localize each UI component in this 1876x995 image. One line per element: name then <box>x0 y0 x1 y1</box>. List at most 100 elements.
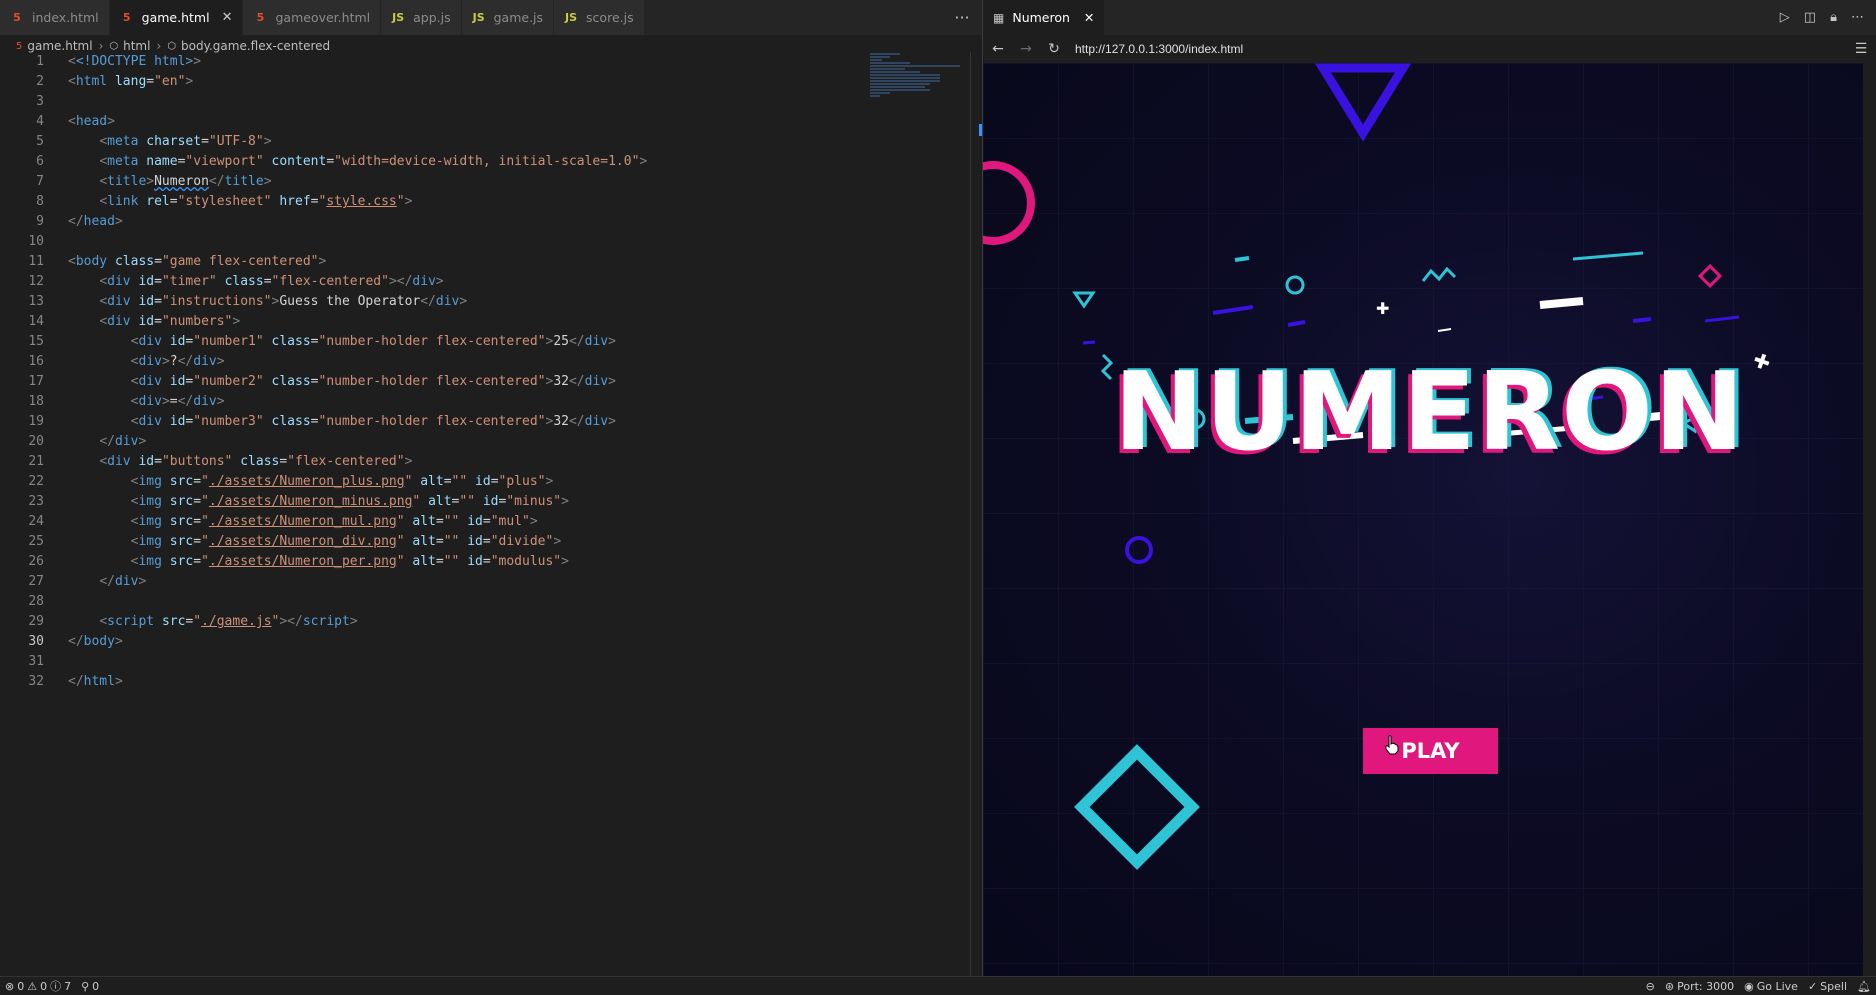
tab-score-js[interactable]: JS score.js <box>554 0 645 35</box>
code-line: 8 <link rel="stylesheet" href="style.css… <box>36 194 413 209</box>
code-line: 1 <<!DOCTYPE html>> <box>36 54 202 69</box>
more-actions-icon[interactable]: ··· <box>942 0 982 35</box>
tab-game-html[interactable]: 5 game.html ✕ <box>109 0 244 35</box>
html-file-icon: 5 <box>256 11 265 24</box>
code-area[interactable]: 1 <<!DOCTYPE html>> 2 <html lang="en"> 3 4… <box>0 52 870 692</box>
check-icon: ✓ <box>1807 979 1818 993</box>
decorative-shapes: ✚ ✚ <box>983 63 1774 870</box>
tab-actions: ▷ ◫ 🔒︎ ⋯ <box>1780 10 1876 25</box>
code-line: 15 <div id="number1" class="number-holde… <box>28 334 616 349</box>
status-right: ⊖ ⊛ Port: 3000 ◉ Go Live ✓ Spell 🔔︎ <box>1641 980 1876 993</box>
tab-numeron[interactable]: ▦ Numeron ✕ <box>983 0 1105 35</box>
code-line-current: 30 </body> <box>28 634 123 649</box>
go-live-button[interactable]: ◉ Go Live <box>1739 980 1803 993</box>
dash-shape <box>1572 251 1644 261</box>
dash-shape <box>1539 297 1584 309</box>
html-file-icon: 5 <box>122 11 131 24</box>
code-line: 31 <box>28 654 44 669</box>
dash-shape <box>1082 340 1096 345</box>
code-line: 11 <body class="game flex-centered"> <box>28 254 327 269</box>
code-line: 21 <div id="buttons" class="flex-centere… <box>28 454 413 469</box>
code-line: 27 </div> <box>28 574 147 589</box>
circle-shape <box>1285 275 1305 295</box>
tab-gameover-html[interactable]: 5 gameover.html <box>243 0 382 35</box>
code-line: 3 <box>36 94 44 109</box>
tab-app-js[interactable]: JS app.js <box>381 0 462 35</box>
split-editor-icon[interactable]: ◫ <box>1804 10 1816 25</box>
close-icon[interactable]: ✕ <box>1084 10 1094 25</box>
browser-preview: ▦ Numeron ✕ ▷ ◫ 🔒︎ ⋯ ← → ↻ http://127.0.… <box>983 0 1876 976</box>
tab-label: index.html <box>32 10 99 25</box>
notifications-button[interactable]: 🔔︎ <box>1852 980 1876 993</box>
circle-shape <box>1125 536 1153 564</box>
diamond-shape <box>1697 263 1723 289</box>
tab-label: game.html <box>141 10 210 25</box>
dash-shape <box>1234 256 1250 262</box>
code-line: 12 <div id="timer" class="flex-centered"… <box>28 274 444 289</box>
zoom-indicator[interactable]: ⊖ <box>1641 980 1660 993</box>
zoom-icon: ⊖ <box>1645 979 1655 993</box>
tab-label: gameover.html <box>275 10 371 25</box>
menu-icon[interactable]: ☰ <box>1854 41 1868 57</box>
game-title: NUMERON <box>1113 350 1746 475</box>
bell-icon: 🔔︎ <box>1857 979 1871 993</box>
spell-check-button[interactable]: ✓ Spell <box>1803 980 1852 993</box>
back-arrow-icon[interactable]: ← <box>991 41 1005 57</box>
tab-label: app.js <box>413 10 451 25</box>
code-line: 10 <box>28 234 44 249</box>
preview-icon: ▦ <box>993 10 1005 25</box>
code-line: 29 <script src="./game.js"></script> <box>28 614 358 629</box>
triangle-shape <box>1072 291 1096 309</box>
code-line: 19 <div id="number3" class="number-holde… <box>28 414 616 429</box>
circle-shape <box>983 161 1035 245</box>
code-line: 26 <img src="./assets/Numeron_per.png" a… <box>28 554 569 569</box>
dash-shape <box>1287 320 1306 327</box>
code-line: 14 <div id="numbers"> <box>28 314 241 329</box>
element-icon: ⬡ <box>167 40 177 52</box>
browser-scrollbar[interactable] <box>1863 63 1876 976</box>
code-line: 2 <html lang="en"> <box>36 74 194 89</box>
warning-icon: ⚠ <box>27 979 38 993</box>
tab-index-html[interactable]: 5 index.html <box>0 0 110 35</box>
game-page: ✚ ✚ NUMERON PLAY <box>983 63 1876 976</box>
code-line: 7 <title>Numeron</title> <box>36 174 272 189</box>
reload-icon[interactable]: ↻ <box>1047 41 1061 57</box>
code-line: 32 </html> <box>28 674 123 689</box>
hand-cursor-icon <box>1385 735 1399 755</box>
code-line: 17 <div id="number2" class="number-holde… <box>28 374 616 389</box>
forward-arrow-icon[interactable]: → <box>1019 41 1033 57</box>
minimap[interactable] <box>870 52 970 122</box>
browser-tab-bar: ▦ Numeron ✕ ▷ ◫ 🔒︎ ⋯ <box>983 0 1876 35</box>
chevron-right-icon: › <box>156 39 162 53</box>
tab-label: Numeron <box>1012 10 1070 25</box>
lock-icon[interactable]: 🔒︎ <box>1830 10 1837 25</box>
element-icon: ⬡ <box>109 40 119 52</box>
js-file-icon: JS <box>565 11 578 24</box>
ports-indicator[interactable]: ⚲ 0 <box>76 980 104 993</box>
tab-game-js[interactable]: JS game.js <box>461 0 555 35</box>
more-actions-icon[interactable]: ⋯ <box>1851 10 1864 25</box>
signal-icon: ◉ <box>1744 979 1754 993</box>
code-line: 16 <div>?</div> <box>28 354 225 369</box>
status-bar: ⊗ 0 ⚠ 0 ⓘ 7 ⚲ 0 ⊖ ⊛ Port: 3000 ◉ Go Live ✓ Spel… <box>0 976 1876 995</box>
code-line: 9 </head> <box>36 214 123 229</box>
broadcast-icon: ⊛ <box>1664 979 1675 993</box>
code-line: 6 <meta name="viewport" content="width=d… <box>36 154 648 169</box>
dash-shape <box>1212 305 1254 315</box>
url-input[interactable]: http://127.0.0.1:3000/index.html <box>1075 42 1840 56</box>
html-file-icon: 5 <box>13 11 21 24</box>
problems-indicator[interactable]: ⊗ 0 ⚠ 0 ⓘ 7 <box>0 978 76 994</box>
js-file-icon: JS <box>472 11 485 24</box>
js-file-icon: JS <box>392 11 405 24</box>
breadcrumb-item[interactable]: body.game.flex-centered <box>181 39 330 53</box>
close-icon[interactable]: ✕ <box>222 10 233 25</box>
port-indicator[interactable]: ⊛ Port: 3000 <box>1660 980 1739 993</box>
html-file-icon: 5 <box>16 40 23 52</box>
code-editor[interactable]: 5 index.html 5 game.html ✕ 5 gameover.ht… <box>0 0 983 976</box>
code-line: 23 <img src="./assets/Numeron_minus.png"… <box>28 494 569 509</box>
run-icon[interactable]: ▷ <box>1780 10 1790 25</box>
breadcrumb-item[interactable]: game.html <box>27 39 92 53</box>
dash-shape <box>1704 315 1740 323</box>
tab-label: score.js <box>586 10 634 25</box>
breadcrumb-item[interactable]: html <box>123 39 150 53</box>
